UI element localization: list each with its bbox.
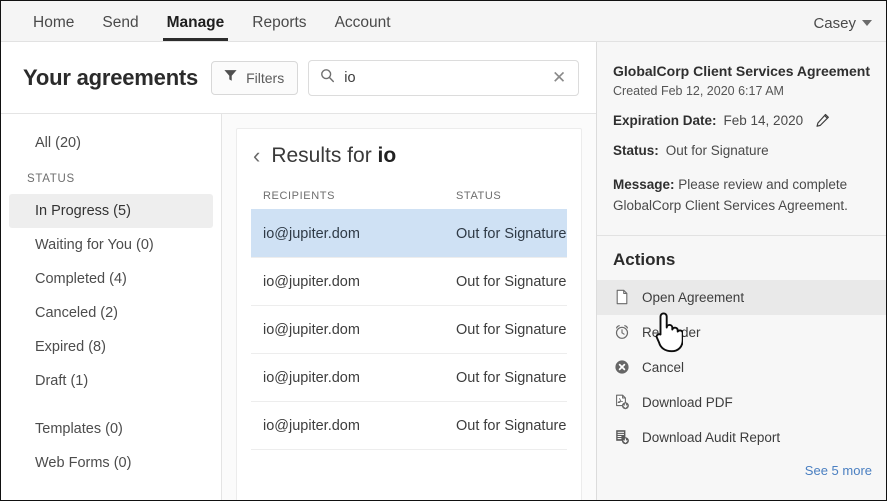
nav-item-reports[interactable]: Reports	[238, 15, 320, 42]
results-card: ‹ Results for io RECIPIENTS STATUS io@ju…	[236, 128, 582, 501]
table-bottom-divider	[251, 449, 567, 450]
sidebar-item-completed[interactable]: Completed (4)	[9, 262, 213, 296]
results-title-prefix: Results for	[271, 144, 377, 167]
sidebar-item-canceled[interactable]: Canceled (2)	[9, 296, 213, 330]
page-title: Your agreements	[23, 65, 198, 91]
agreement-detail-block: GlobalCorp Client Services Agreement Cre…	[597, 42, 886, 236]
status-value: Out for Signature	[666, 143, 769, 158]
action-label: Download Audit Report	[642, 430, 780, 445]
row-status: Out for Signature	[456, 370, 567, 386]
sidebar-item-waiting-for-you[interactable]: Waiting for You (0)	[9, 228, 213, 262]
results-title: Results for io	[271, 144, 396, 168]
sidebar-item-expired[interactable]: Expired (8)	[9, 330, 213, 364]
results-area: ‹ Results for io RECIPIENTS STATUS io@ju…	[222, 114, 596, 501]
results-header: ‹ Results for io	[251, 129, 567, 183]
sidebar-item-draft[interactable]: Draft (1)	[9, 364, 213, 398]
action-download-pdf[interactable]: Download PDF	[597, 385, 886, 420]
nav-item-send[interactable]: Send	[88, 15, 152, 42]
nav-item-account[interactable]: Account	[321, 15, 405, 42]
sidebar: All (20) STATUS In Progress (5) Waiting …	[1, 114, 222, 501]
expiration-date-value: Feb 14, 2020	[724, 113, 804, 128]
actions-block: Actions Open Agreement	[597, 236, 886, 478]
audit-report-download-icon	[613, 429, 630, 446]
action-label: Reminder	[642, 325, 701, 340]
see-more-wrap: See 5 more	[597, 455, 886, 478]
action-open-agreement[interactable]: Open Agreement	[597, 280, 886, 315]
column-header-recipients: RECIPIENTS	[251, 190, 456, 202]
close-circle-icon	[613, 359, 630, 376]
application-window: Home Send Manage Reports Account Casey Y…	[0, 0, 887, 501]
nav-items: Home Send Manage Reports Account	[1, 0, 405, 41]
clear-search-icon[interactable]: ✕	[550, 69, 568, 86]
row-recipient: io@jupiter.dom	[251, 274, 456, 290]
message-label: Message:	[613, 177, 675, 192]
column-header-status: STATUS	[456, 190, 567, 202]
action-label: Open Agreement	[642, 290, 744, 305]
expiration-date-label: Expiration Date:	[613, 113, 717, 128]
see-more-link[interactable]: See 5 more	[805, 463, 872, 478]
pencil-icon[interactable]	[815, 113, 830, 128]
sidebar-item-web-forms[interactable]: Web Forms (0)	[9, 446, 213, 480]
action-label: Download PDF	[642, 395, 733, 410]
row-status: Out for Signature	[456, 322, 567, 338]
actions-title: Actions	[597, 250, 886, 280]
sidebar-item-in-progress[interactable]: In Progress (5)	[9, 194, 213, 228]
results-table-header: RECIPIENTS STATUS	[251, 183, 567, 209]
status-label: Status:	[613, 143, 659, 158]
pdf-download-icon	[613, 394, 630, 411]
sidebar-divider-spacer	[1, 398, 221, 412]
row-recipient: io@jupiter.dom	[251, 226, 456, 242]
row-recipient: io@jupiter.dom	[251, 418, 456, 434]
sidebar-group-status: STATUS	[1, 164, 221, 194]
filters-button[interactable]: Filters	[211, 61, 298, 95]
row-status: Out for Signature	[456, 274, 567, 290]
document-page-icon	[613, 289, 630, 306]
row-recipient: io@jupiter.dom	[251, 370, 456, 386]
agreement-created-date: Created Feb 12, 2020 6:17 AM	[613, 84, 870, 98]
chevron-down-icon	[862, 20, 872, 26]
results-title-query: io	[378, 144, 397, 167]
page-header: Your agreements Filters ✕	[1, 42, 596, 114]
chevron-left-icon[interactable]: ‹	[253, 145, 260, 167]
nav-item-home[interactable]: Home	[19, 15, 88, 42]
action-reminder[interactable]: Reminder	[597, 315, 886, 350]
search-icon	[320, 68, 335, 88]
top-navigation-bar: Home Send Manage Reports Account Casey	[1, 1, 886, 42]
alarm-clock-icon	[613, 324, 630, 341]
table-row[interactable]: io@jupiter.dom Out for Signature	[251, 401, 567, 449]
sidebar-item-templates[interactable]: Templates (0)	[9, 412, 213, 446]
search-box[interactable]: ✕	[308, 60, 579, 96]
table-row[interactable]: io@jupiter.dom Out for Signature	[251, 305, 567, 353]
table-row[interactable]: io@jupiter.dom Out for Signature	[251, 257, 567, 305]
table-row[interactable]: io@jupiter.dom Out for Signature	[251, 209, 567, 257]
user-menu[interactable]: Casey	[813, 16, 872, 31]
message-line: Message: Please review and complete Glob…	[613, 175, 870, 217]
filters-button-label: Filters	[246, 70, 284, 86]
funnel-icon	[223, 68, 238, 88]
nav-item-manage[interactable]: Manage	[153, 15, 239, 42]
table-row[interactable]: io@jupiter.dom Out for Signature	[251, 353, 567, 401]
action-download-audit-report[interactable]: Download Audit Report	[597, 420, 886, 455]
row-status: Out for Signature	[456, 418, 567, 434]
expiration-date-line: Expiration Date: Feb 14, 2020	[613, 113, 870, 128]
action-cancel[interactable]: Cancel	[597, 350, 886, 385]
detail-panel: GlobalCorp Client Services Agreement Cre…	[596, 42, 886, 501]
user-menu-label: Casey	[813, 16, 856, 31]
status-line: Status: Out for Signature	[613, 143, 870, 158]
row-recipient: io@jupiter.dom	[251, 322, 456, 338]
search-input[interactable]	[344, 70, 550, 86]
agreement-name: GlobalCorp Client Services Agreement	[613, 62, 870, 81]
action-label: Cancel	[642, 360, 684, 375]
row-status: Out for Signature	[456, 226, 567, 242]
sidebar-item-all[interactable]: All (20)	[9, 126, 213, 160]
